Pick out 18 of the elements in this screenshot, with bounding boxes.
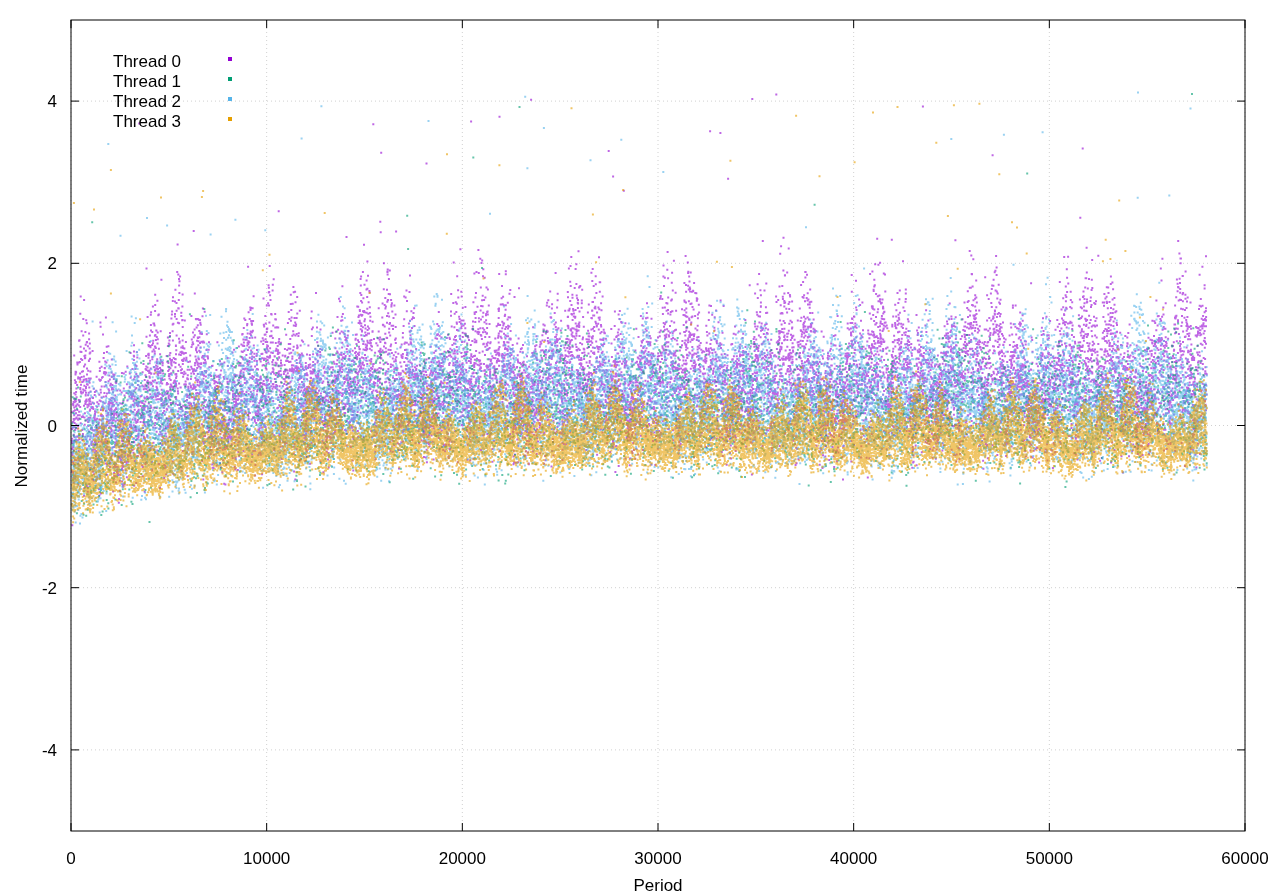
tick-label: 4 bbox=[47, 92, 57, 112]
legend-label: Thread 2 bbox=[113, 92, 182, 111]
x-axis-label: Period bbox=[633, 876, 683, 895]
tick-label: 10000 bbox=[243, 849, 291, 868]
tick-label: 20000 bbox=[438, 849, 486, 868]
tick-label: 30000 bbox=[634, 849, 682, 868]
tick-label: -2 bbox=[41, 578, 57, 598]
y-axis-label: Normalized time bbox=[12, 364, 31, 488]
tick-label: -4 bbox=[41, 740, 57, 760]
tick-label: 40000 bbox=[830, 849, 878, 868]
legend-label: Thread 1 bbox=[113, 72, 182, 91]
tick-label: 0 bbox=[66, 849, 76, 868]
legend-label: Thread 0 bbox=[113, 52, 182, 71]
tick-label: 2 bbox=[47, 254, 57, 274]
tick-label: 0 bbox=[47, 416, 57, 436]
legend-label: Thread 3 bbox=[113, 112, 182, 131]
tick-label: 60000 bbox=[1221, 849, 1269, 868]
tick-label: 50000 bbox=[1025, 849, 1073, 868]
